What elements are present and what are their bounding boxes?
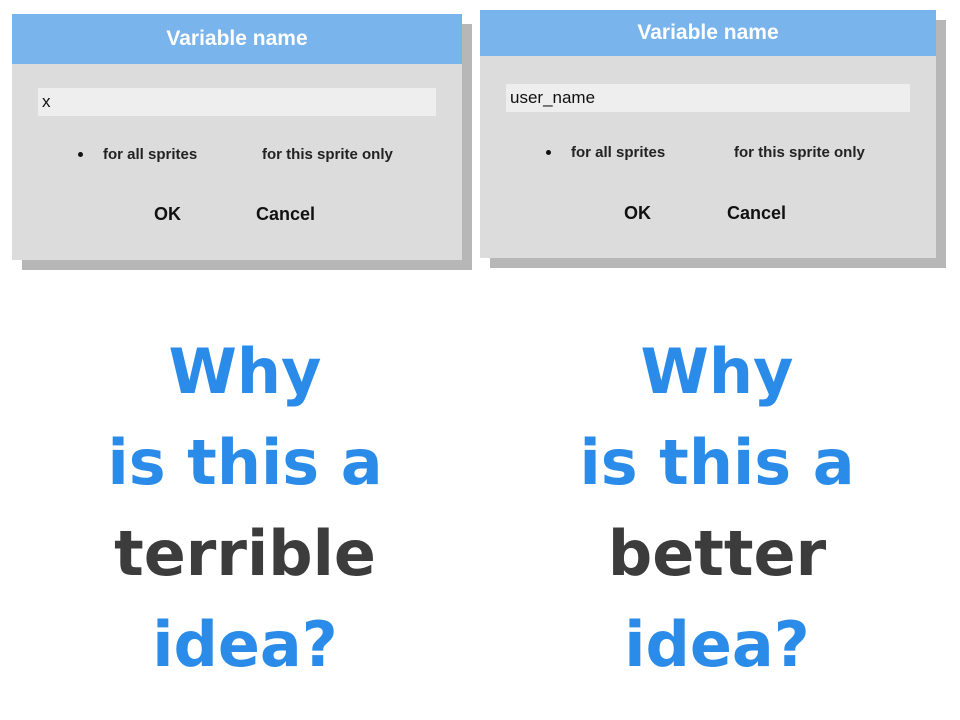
question-line-terrible: terrible	[114, 517, 376, 590]
ok-button[interactable]: OK	[154, 204, 181, 225]
cancel-button[interactable]: Cancel	[727, 203, 786, 224]
question-right: Why is this a better idea?	[482, 326, 952, 690]
cancel-button[interactable]: Cancel	[256, 204, 315, 225]
variable-name-input[interactable]	[506, 84, 910, 112]
question-line-is-this-a: is this a	[579, 426, 855, 499]
variable-dialog-left: Variable name for all sprites for this s…	[12, 14, 462, 260]
radio-for-this-sprite-only[interactable]: for this sprite only	[262, 146, 393, 163]
radio-for-all-sprites[interactable]: for all sprites	[546, 144, 665, 161]
question-line-why: Why	[640, 335, 794, 408]
ok-button[interactable]: OK	[624, 203, 651, 224]
dialog-title: Variable name	[480, 10, 936, 56]
variable-name-input[interactable]	[38, 88, 436, 116]
question-left: Why is this a terrible idea?	[10, 326, 480, 690]
radio-label: for all sprites	[571, 144, 666, 161]
question-line-better: better	[607, 517, 827, 590]
variable-dialog-right: Variable name for all sprites for this s…	[480, 10, 936, 258]
radio-for-all-sprites[interactable]: for all sprites	[78, 146, 197, 163]
question-line-is-this-a: is this a	[107, 426, 383, 499]
question-line-idea: idea?	[152, 608, 338, 681]
dialog-title: Variable name	[12, 14, 462, 64]
radio-label: for all sprites	[103, 146, 198, 163]
question-line-why: Why	[168, 335, 322, 408]
radio-label: for this sprite only	[262, 146, 393, 163]
radio-for-this-sprite-only[interactable]: for this sprite only	[734, 144, 865, 161]
radio-selected-dot-icon	[78, 152, 83, 157]
radio-selected-dot-icon	[546, 150, 551, 155]
question-line-idea: idea?	[624, 608, 810, 681]
radio-label: for this sprite only	[734, 144, 865, 161]
